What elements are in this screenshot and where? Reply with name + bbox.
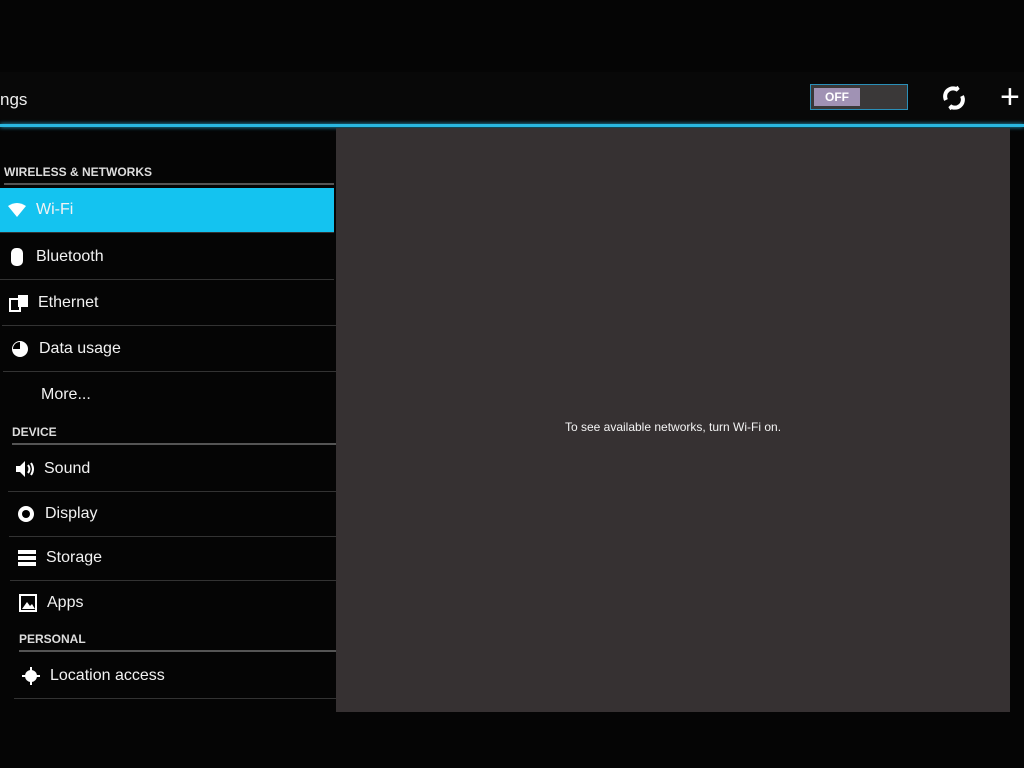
wifi-toggle[interactable]: OFF <box>810 84 908 110</box>
action-bar-divider <box>0 124 1024 127</box>
bluetooth-icon <box>6 247 28 267</box>
detail-pane: To see available networks, turn Wi-Fi on… <box>336 128 1010 712</box>
ethernet-icon <box>8 293 30 313</box>
list-item-wifi[interactable]: Wi-Fi <box>0 188 334 233</box>
data-usage-icon <box>9 339 31 359</box>
section-header: DEVICE <box>12 425 337 445</box>
section-header: WIRELESS & NETWORKS <box>4 165 334 185</box>
list-item-more[interactable]: More... <box>5 372 337 417</box>
item-label: Sound <box>44 460 91 477</box>
list-item-bluetooth[interactable]: Bluetooth <box>0 235 334 280</box>
sound-icon <box>14 459 36 479</box>
plus-icon[interactable]: + <box>1000 80 1020 114</box>
item-label: More... <box>41 385 91 403</box>
location-icon <box>20 666 42 686</box>
item-label: Apps <box>47 593 84 611</box>
list-item-data-usage[interactable]: Data usage <box>3 327 337 372</box>
toggle-knob: OFF <box>814 88 860 106</box>
item-label: Display <box>45 505 98 522</box>
item-label: Wi-Fi <box>36 201 74 218</box>
settings-list: WIRELESS & NETWORKS Wi-Fi Bluetooth Ethe… <box>0 128 340 712</box>
section-header: PERSONAL <box>19 632 339 652</box>
list-item-display[interactable]: Display <box>9 492 339 537</box>
list-item-sound[interactable]: Sound <box>8 447 338 492</box>
storage-icon <box>16 548 38 568</box>
item-label: Storage <box>46 549 103 566</box>
item-label: Location access <box>50 667 165 684</box>
list-item-storage[interactable]: Storage <box>10 536 340 581</box>
list-item-apps[interactable]: Apps <box>11 580 341 625</box>
item-label: Data usage <box>39 340 121 357</box>
item-label: Bluetooth <box>36 248 104 265</box>
list-item-location[interactable]: Location access <box>14 654 340 699</box>
list-item-ethernet[interactable]: Ethernet <box>2 281 336 326</box>
display-icon <box>15 504 37 524</box>
page-title: ngs <box>0 90 28 109</box>
wifi-off-message: To see available networks, turn Wi-Fi on… <box>564 420 782 434</box>
sync-icon[interactable] <box>940 84 968 112</box>
item-label: Ethernet <box>38 294 99 311</box>
wifi-icon <box>6 200 28 220</box>
apps-icon <box>17 593 39 613</box>
